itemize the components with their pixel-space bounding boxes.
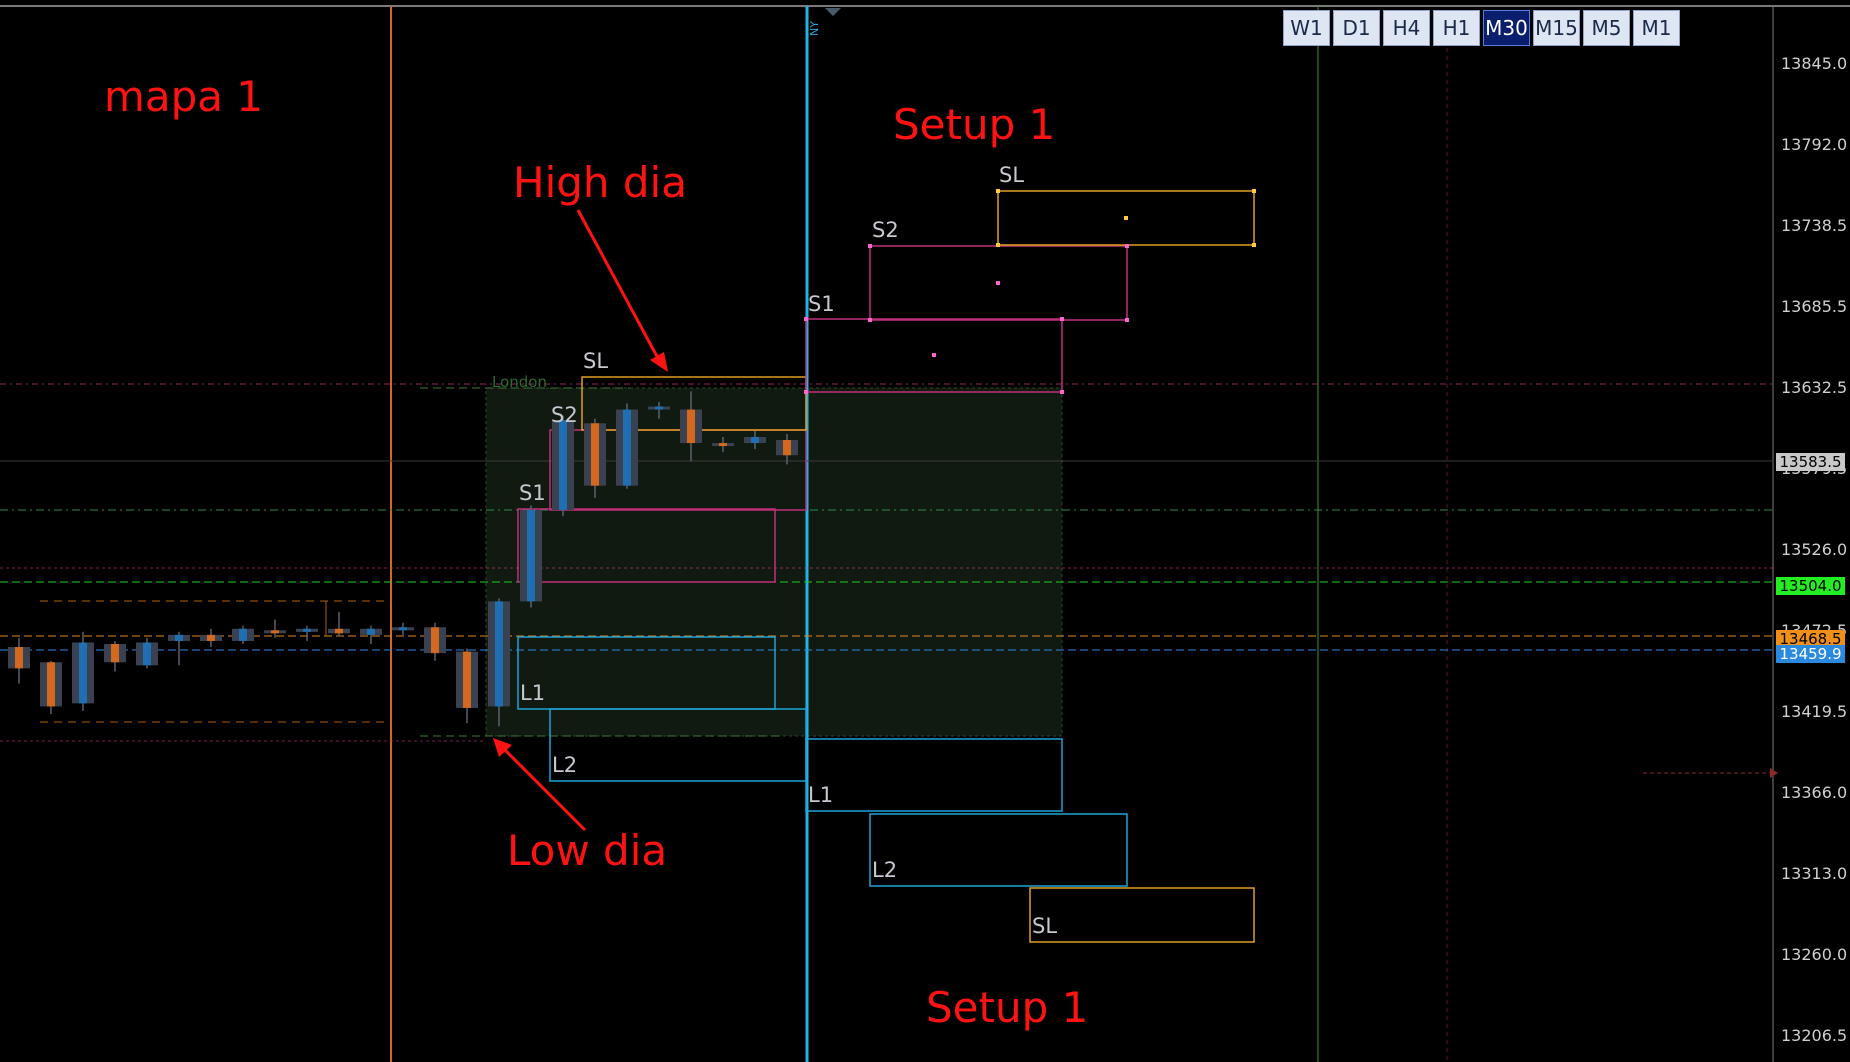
price-axis-label: 13632.5 (1781, 378, 1848, 397)
candle (72, 631, 94, 711)
ny-s2-label: S2 (872, 218, 899, 242)
ny-sl-box-low[interactable] (1029, 887, 1255, 943)
candle-body (687, 409, 695, 444)
price-axis-label: 13206.5 (1781, 1026, 1848, 1045)
candle-body (271, 630, 279, 634)
candle-body (47, 662, 55, 707)
candle-body (719, 443, 727, 447)
candle-body (175, 634, 183, 641)
candle-body (559, 420, 567, 511)
candle (200, 628, 222, 648)
candle-body (751, 436, 759, 444)
price-axis-label: 13419.5 (1781, 702, 1848, 721)
asia-s2-label: S2 (551, 403, 578, 427)
timeframe-button-w1[interactable]: W1 (1283, 10, 1330, 46)
candle-body (591, 423, 599, 486)
high-dia-arrow (576, 209, 662, 363)
candle (392, 622, 414, 635)
candle (552, 415, 574, 517)
setup-top-annotation: Setup 1 (893, 100, 1056, 149)
price-axis-label: 13260.0 (1781, 945, 1848, 964)
candle-body (79, 642, 87, 704)
ny-s1-label: S1 (808, 292, 835, 316)
candle (296, 625, 318, 641)
timeframe-button-d1[interactable]: D1 (1333, 10, 1380, 46)
candle (456, 648, 478, 724)
price-chart[interactable] (0, 0, 1850, 1062)
low-dia-annotation: Low dia (507, 826, 668, 875)
asia-l1-label: L1 (520, 681, 546, 705)
asia-s1-label: S1 (519, 481, 546, 505)
price-axis-label: 13526.0 (1781, 540, 1848, 559)
candle (616, 403, 638, 489)
candle (8, 637, 30, 684)
ny-marker-triangle (825, 8, 841, 16)
ny-long-box-l2[interactable] (869, 813, 1128, 887)
candle-body (15, 647, 23, 669)
candle (136, 637, 158, 669)
asia-sl-label: SL (583, 349, 609, 373)
ny-sl-label: SL (999, 163, 1025, 187)
candle-body (111, 644, 119, 663)
timeframe-button-m15[interactable]: M15 (1533, 10, 1580, 46)
blue-price-tag: 13459.9 (1776, 645, 1845, 663)
timeframe-button-m5[interactable]: M5 (1583, 10, 1630, 46)
candle (168, 631, 190, 666)
candle-body (399, 627, 407, 631)
candle-body (207, 634, 215, 641)
candle-body (431, 627, 439, 654)
candle (328, 612, 350, 637)
candle-body (143, 642, 151, 666)
candle-body (463, 651, 471, 708)
candle-body (623, 409, 631, 486)
candle-body (239, 628, 247, 641)
candle-body (655, 406, 663, 410)
price-axis-label: 13685.5 (1781, 297, 1848, 316)
candle (104, 640, 126, 672)
timeframe-button-m30[interactable]: M30 (1483, 10, 1530, 46)
ny-l1-label: L1 (808, 783, 834, 807)
ny-l2-label: L2 (872, 858, 898, 882)
asia-l2-label: L2 (552, 753, 578, 777)
timeframe-button-h4[interactable]: H4 (1383, 10, 1430, 46)
current-price-tag: 13583.5 (1776, 453, 1845, 471)
candle-body (527, 510, 535, 602)
green-price-tag: 13504.0 (1776, 577, 1845, 595)
candle-body (495, 601, 503, 707)
price-axis-label: 13313.0 (1781, 864, 1848, 883)
timeframe-toolbar: W1 D1 H4 H1 M30 M15 M5 M1 (1283, 10, 1680, 46)
setup-bottom-annotation: Setup 1 (926, 983, 1089, 1032)
candle-body (303, 628, 311, 632)
candle (424, 622, 446, 661)
price-axis-label: 13845.0 (1781, 54, 1848, 73)
ny-sl-low-label: SL (1032, 914, 1058, 938)
candle-body (783, 440, 791, 456)
high-dia-arrow-head (650, 352, 668, 372)
timeframe-button-m1[interactable]: M1 (1633, 10, 1680, 46)
price-axis-label: 13792.0 (1781, 135, 1848, 154)
candle-body (367, 628, 375, 635)
price-axis-label: 13738.5 (1781, 216, 1848, 235)
mapa-annotation: mapa 1 (104, 72, 264, 121)
candle (40, 660, 62, 715)
ny-long-box-l1[interactable] (805, 738, 1063, 812)
london-session-label: London (492, 373, 547, 391)
price-axis-label: 13366.0 (1781, 783, 1848, 802)
candle-body (335, 628, 343, 634)
high-dia-annotation: High dia (513, 158, 687, 207)
candle (520, 505, 542, 608)
arrow-right-head (1770, 768, 1778, 778)
timeframe-button-h1[interactable]: H1 (1433, 10, 1480, 46)
candle (232, 625, 254, 645)
candle (264, 619, 286, 638)
candle (360, 625, 382, 645)
ny-session-label: NY (808, 21, 821, 36)
